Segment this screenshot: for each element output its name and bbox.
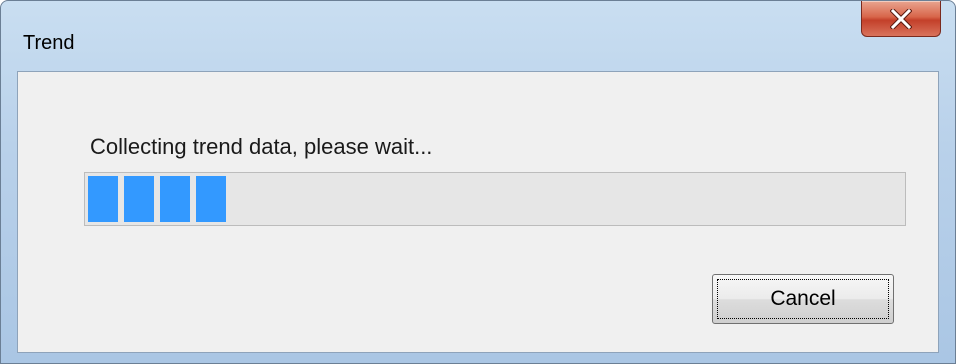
cancel-button[interactable]: Cancel: [712, 274, 894, 324]
trend-dialog-window: Trend Collecting trend data, please wait…: [0, 0, 956, 364]
window-title: Trend: [23, 32, 75, 54]
progress-fill: [88, 176, 226, 222]
title-bar[interactable]: Trend: [1, 1, 955, 71]
cancel-button-label: Cancel: [770, 287, 836, 310]
progress-bar: [84, 172, 906, 226]
close-icon: [890, 8, 912, 29]
dialog-content: Collecting trend data, please wait... Ca…: [17, 71, 939, 353]
progress-block: [124, 176, 154, 222]
progress-block: [196, 176, 226, 222]
status-message: Collecting trend data, please wait...: [90, 134, 433, 159]
progress-block: [88, 176, 118, 222]
progress-block: [160, 176, 190, 222]
close-button[interactable]: [861, 1, 941, 37]
